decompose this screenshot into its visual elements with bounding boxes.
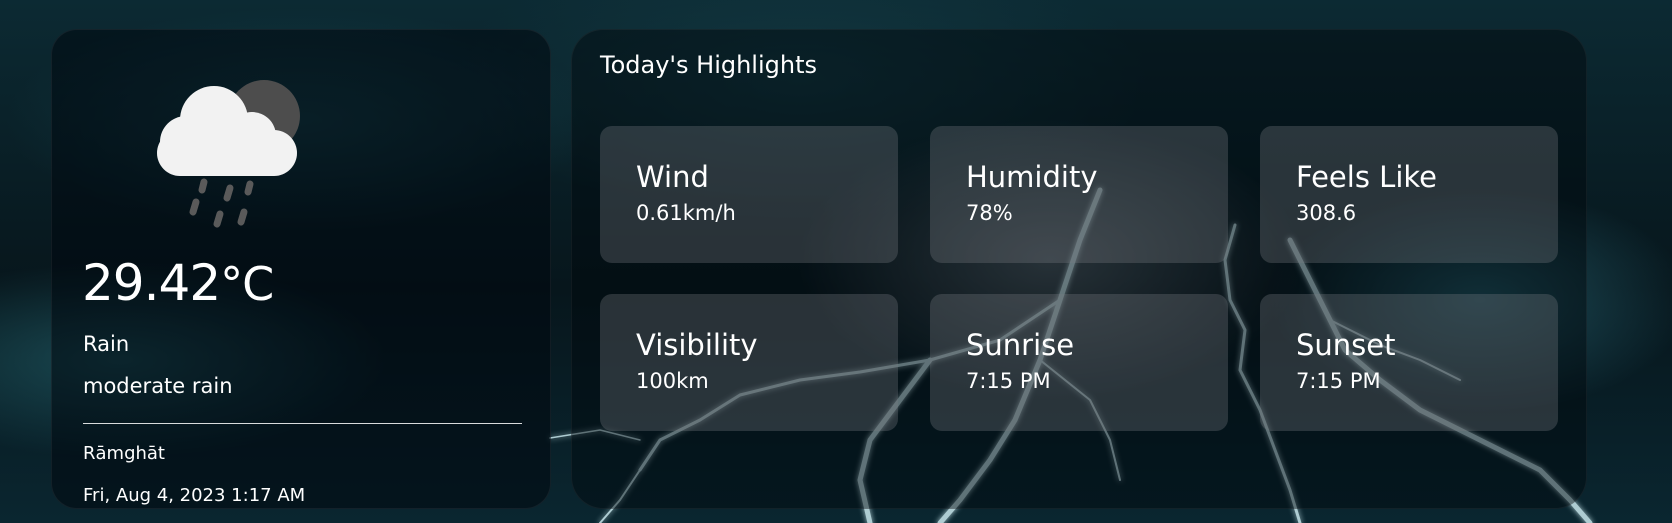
- highlight-value: 7:15 PM: [1296, 368, 1381, 393]
- highlight-tile-sunset: Sunset 7:15 PM: [1260, 294, 1558, 431]
- divider: [83, 423, 522, 424]
- current-weather-card: 29.42°C Rain moderate rain Rāmghāt Fri, …: [51, 29, 551, 509]
- highlight-label: Visibility: [636, 328, 758, 362]
- rain-cloud-moon-icon: [157, 80, 300, 228]
- highlight-value: 308.6: [1296, 200, 1357, 225]
- highlight-tile-wind: Wind 0.61km/h: [600, 126, 898, 263]
- weather-description: moderate rain: [83, 374, 233, 398]
- highlight-value: 0.61km/h: [636, 200, 736, 225]
- highlight-label: Wind: [636, 160, 709, 194]
- highlights-title: Today's Highlights: [600, 51, 817, 79]
- highlights-card: Today's Highlights Wind 0.61km/h Humidit…: [571, 29, 1587, 509]
- highlight-label: Sunset: [1296, 328, 1396, 362]
- highlight-tile-sunrise: Sunrise 7:15 PM: [930, 294, 1228, 431]
- highlight-tile-visibility: Visibility 100km: [600, 294, 898, 431]
- highlight-tile-humidity: Humidity 78%: [930, 126, 1228, 263]
- temperature-unit: °C: [220, 257, 274, 311]
- highlight-label: Feels Like: [1296, 160, 1437, 194]
- location-name: Rāmghāt: [83, 443, 165, 464]
- highlight-value: 7:15 PM: [966, 368, 1051, 393]
- highlight-label: Sunrise: [966, 328, 1075, 362]
- temperature-value: 29.42: [82, 254, 221, 312]
- temperature: 29.42°C: [82, 257, 274, 311]
- highlight-value: 78%: [966, 200, 1013, 225]
- weather-condition: Rain: [83, 332, 130, 356]
- highlight-tile-feels-like: Feels Like 308.6: [1260, 126, 1558, 263]
- highlight-label: Humidity: [966, 160, 1098, 194]
- highlight-value: 100km: [636, 368, 709, 393]
- date-time: Fri, Aug 4, 2023 1:17 AM: [83, 485, 306, 506]
